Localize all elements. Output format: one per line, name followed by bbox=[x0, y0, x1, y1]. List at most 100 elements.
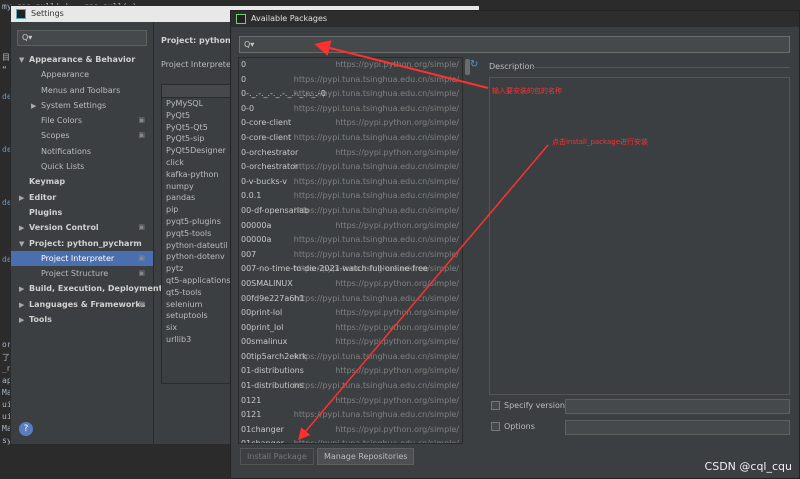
package-name: 0.0.1 bbox=[241, 191, 262, 201]
chevron-right-icon[interactable]: ▶ bbox=[19, 221, 29, 236]
list-item[interactable]: 007-no-time-to-die-2021-watch-full-onlin… bbox=[239, 262, 462, 277]
list-item[interactable]: 0-orchestrator https://pypi.tuna.tsinghua… bbox=[239, 160, 462, 175]
specify-version-checkbox[interactable] bbox=[491, 401, 500, 410]
list-item[interactable]: 0 https://pypi.python.org/simple/ bbox=[239, 58, 462, 73]
available-packages-title-bar[interactable]: Available Packages bbox=[231, 11, 799, 27]
sidebar-item-languages-frameworks[interactable]: ▶ Languages & Frameworks ▣ bbox=[11, 297, 153, 312]
project-scope-icon: ▣ bbox=[138, 253, 145, 262]
packages-list-scrollbar[interactable] bbox=[464, 57, 470, 444]
list-item[interactable]: 00tip5arch2ekrk https://pypi.tuna.tsinghu… bbox=[239, 350, 462, 365]
pycharm-logo-icon bbox=[16, 9, 26, 19]
sidebar-item-system-settings[interactable]: ▶ System Settings bbox=[11, 98, 153, 113]
description-divider bbox=[532, 67, 790, 68]
list-item[interactable]: 0.0.1 https://pypi.tuna.tsinghua.edu.cn/s… bbox=[239, 189, 462, 204]
settings-search-input[interactable]: Q▾ bbox=[17, 30, 147, 46]
options-label: Options bbox=[504, 422, 535, 431]
list-item[interactable]: 00print_lol https://pypi.python.org/simpl… bbox=[239, 321, 462, 336]
list-item[interactable]: 00fd9e227a6h1 https://pypi.tuna.tsinghua.… bbox=[239, 292, 462, 307]
list-item[interactable]: 00print-lol https://pypi.python.org/simpl… bbox=[239, 306, 462, 321]
project-scope-icon: ▣ bbox=[138, 131, 145, 140]
package-repository-url: https://pypi.tuna.tsinghua.edu.cn/simple… bbox=[293, 293, 459, 303]
chevron-right-icon[interactable]: ▶ bbox=[19, 313, 29, 328]
sidebar-item-project-python-pycharm[interactable]: ▼ Project: python_pycharm bbox=[11, 236, 153, 251]
sidebar-item-editor[interactable]: ▶ Editor bbox=[11, 190, 153, 205]
chevron-right-icon[interactable]: ▶ bbox=[19, 298, 29, 313]
package-name: 00-df-opensarlab bbox=[241, 205, 310, 215]
list-item[interactable]: 0-0 https://pypi.tuna.tsinghua.edu.cn/sim… bbox=[239, 102, 462, 117]
specify-version-option[interactable]: Specify version bbox=[491, 401, 565, 410]
sidebar-item-label: Languages & Frameworks bbox=[29, 299, 146, 309]
list-item[interactable]: 0 https://pypi.tuna.tsinghua.edu.cn/simpl… bbox=[239, 73, 462, 88]
package-name: 0-orchestrator bbox=[241, 147, 299, 157]
options-input[interactable] bbox=[565, 420, 790, 435]
package-name: 0-._.-._.-._.-._.-._.-._.-0 bbox=[241, 89, 326, 99]
list-item[interactable]: 00000a https://pypi.python.org/simple/ bbox=[239, 219, 462, 234]
package-repository-url: https://pypi.python.org/simple/ bbox=[335, 118, 459, 128]
sidebar-item-label: File Colors bbox=[41, 116, 82, 126]
sidebar-item-plugins[interactable]: Plugins bbox=[11, 205, 153, 220]
list-item[interactable]: 01-distributions https://pypi.tuna.tsingh… bbox=[239, 379, 462, 394]
list-item[interactable]: 00000a https://pypi.tuna.tsinghua.edu.cn/… bbox=[239, 233, 462, 248]
package-name: 0121 bbox=[241, 410, 262, 420]
sidebar-item-project-structure[interactable]: Project Structure ▣ bbox=[11, 266, 153, 281]
options-checkbox[interactable] bbox=[491, 422, 500, 431]
sidebar-item-build-execution-deployment[interactable]: ▶ Build, Execution, Deployment bbox=[11, 281, 162, 297]
list-item[interactable]: 0-core-client https://pypi.tuna.tsinghua.… bbox=[239, 131, 462, 146]
sidebar-item-file-colors[interactable]: File Colors ▣ bbox=[11, 113, 153, 128]
package-name: 0-orchestrator bbox=[241, 162, 299, 172]
help-button[interactable]: ? bbox=[19, 422, 33, 436]
package-repository-url: https://pypi.tuna.tsinghua.edu.cn/simple… bbox=[293, 74, 459, 84]
package-name: 00000a bbox=[241, 220, 272, 230]
package-search-input[interactable]: Q▾ bbox=[239, 36, 790, 53]
list-item[interactable]: 01-distributions https://pypi.python.org/… bbox=[239, 364, 462, 379]
manage-repositories-button[interactable]: Manage Repositories bbox=[317, 448, 415, 465]
chevron-down-icon[interactable]: ▼ bbox=[19, 237, 29, 252]
project-scope-icon: ▣ bbox=[138, 299, 145, 308]
sidebar-item-label: Editor bbox=[29, 192, 57, 202]
options-option[interactable]: Options bbox=[491, 422, 535, 431]
package-repository-url: https://pypi.tuna.tsinghua.edu.cn/simple… bbox=[293, 381, 459, 391]
csdn-watermark: CSDN @cql_cqu bbox=[704, 460, 792, 473]
sidebar-item-version-control[interactable]: ▶ Version Control ▣ bbox=[11, 220, 153, 235]
package-repository-url: https://pypi.tuna.tsinghua.edu.cn/simple… bbox=[293, 249, 459, 259]
list-item[interactable]: 01changer https://pypi.python.org/simple/ bbox=[239, 423, 462, 438]
list-item[interactable]: 00-df-opensarlab https://pypi.tuna.tsingh… bbox=[239, 204, 462, 219]
sidebar-item-appearance[interactable]: Appearance bbox=[11, 67, 153, 82]
sidebar-item-appearance-behavior[interactable]: ▼ Appearance & Behavior bbox=[11, 52, 153, 67]
list-item[interactable]: 0-._.-._.-._.-._.-._.-._.-0 https://pypi.… bbox=[239, 87, 462, 102]
sidebar-item-keymap[interactable]: Keymap bbox=[11, 174, 153, 189]
description-label: Description bbox=[489, 62, 535, 71]
install-package-button[interactable]: Install Package bbox=[240, 448, 314, 465]
sidebar-item-tools[interactable]: ▶ Tools bbox=[11, 312, 153, 327]
list-item[interactable]: 0-v-bucks-v https://pypi.tuna.tsinghua.ed… bbox=[239, 175, 462, 190]
chevron-down-icon[interactable]: ▼ bbox=[19, 53, 29, 68]
settings-sidebar: Q▾ ▼ Appearance & Behavior Appearance Menus… bbox=[11, 22, 162, 444]
chevron-right-icon[interactable]: ▶ bbox=[19, 191, 29, 206]
refresh-icon[interactable]: ↻ bbox=[470, 60, 480, 70]
interpreter-label: Project Interpreter: bbox=[161, 60, 237, 69]
chevron-right-icon[interactable]: ▶ bbox=[19, 282, 29, 297]
list-item[interactable]: 0121 https://pypi.python.org/simple/ bbox=[239, 394, 462, 409]
package-name: 00000a bbox=[241, 235, 272, 245]
list-item[interactable]: 01changer https://pypi.tuna.tsinghua.edu.… bbox=[239, 437, 462, 443]
sidebar-item-notifications[interactable]: Notifications bbox=[11, 144, 153, 159]
version-select[interactable] bbox=[565, 399, 790, 414]
list-item[interactable]: 00smalinux https://pypi.python.org/simple… bbox=[239, 335, 462, 350]
sidebar-item-project-interpreter[interactable]: Project Interpreter ▣ bbox=[11, 250, 153, 267]
list-item[interactable]: 007 https://pypi.tuna.tsinghua.edu.cn/sim… bbox=[239, 248, 462, 263]
list-item[interactable]: 00SMALINUX https://pypi.python.org/simple… bbox=[239, 277, 462, 292]
sidebar-item-label: Appearance & Behavior bbox=[29, 55, 136, 64]
chevron-right-icon[interactable]: ▶ bbox=[31, 99, 41, 114]
package-name: 00print-lol bbox=[241, 308, 283, 318]
search-annotation-text: 输入要安装的包的名称 bbox=[492, 87, 562, 95]
package-repository-url: https://pypi.tuna.tsinghua.edu.cn/simple… bbox=[293, 205, 459, 215]
sidebar-item-label: Project: python_pycharm bbox=[29, 238, 142, 248]
list-item[interactable]: 0121 https://pypi.tuna.tsinghua.edu.cn/si… bbox=[239, 408, 462, 423]
sidebar-item-menus-and-toolbars[interactable]: Menus and Toolbars bbox=[11, 83, 153, 98]
list-item[interactable]: 0-core-client https://pypi.python.org/sim… bbox=[239, 116, 462, 131]
package-repository-url: https://pypi.tuna.tsinghua.edu.cn/simple… bbox=[293, 410, 459, 420]
list-item[interactable]: 0-orchestrator https://pypi.python.org/si… bbox=[239, 146, 462, 161]
editor-code-line: “ bbox=[2, 65, 7, 74]
sidebar-item-scopes[interactable]: Scopes ▣ bbox=[11, 128, 153, 143]
sidebar-item-quick-lists[interactable]: Quick Lists bbox=[11, 159, 153, 174]
